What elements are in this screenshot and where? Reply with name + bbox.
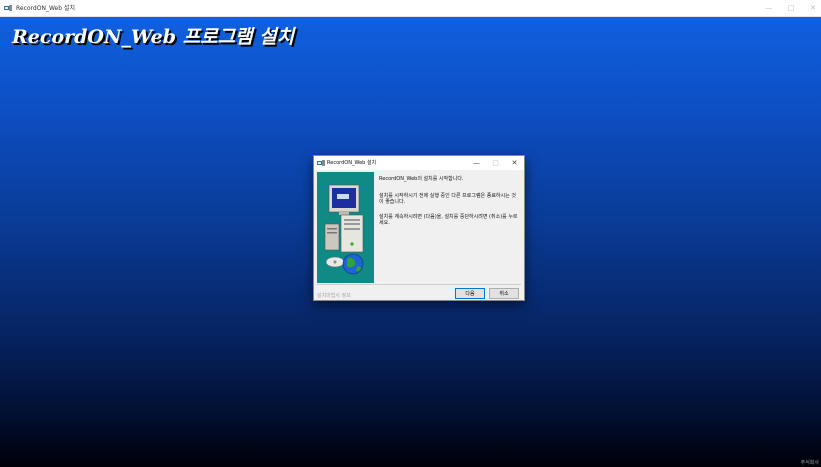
footer-label: 설치마법사 정보 [317, 293, 351, 299]
dialog-close-button[interactable]: ✕ [511, 158, 518, 168]
setup-illustration [317, 172, 374, 283]
close-programs-message: 설치를 시작하시기 전에 실행 중인 다른 프로그램은 종료하시는 것이 좋습니… [379, 193, 516, 205]
installer-app-icon [4, 5, 12, 11]
outer-window-title: RecordON_Web 설치 [16, 5, 75, 12]
intro-message: RecordON_Web의 설치를 시작합니다. [379, 176, 464, 182]
dialog-app-icon [317, 160, 325, 166]
dialog-maximize-button: □ [492, 159, 499, 167]
outer-maximize-button[interactable]: □ [787, 3, 795, 13]
setup-dialog: RecordON_Web 설치 — □ ✕ RecordON_Web의 설치를 … [313, 155, 525, 301]
footer-separator [317, 284, 521, 285]
outer-minimize-button[interactable]: — [765, 3, 773, 13]
instructions-message: 설치를 계속하시려면 (다음)을, 설치를 중단하시려면 (취소)를 누르세요. [379, 214, 518, 226]
cancel-button[interactable]: 취소 [489, 288, 519, 299]
dialog-minimize-button[interactable]: — [473, 158, 480, 168]
dialog-title: RecordON_Web 설치 [327, 160, 377, 166]
next-button[interactable]: 다음 [455, 288, 485, 299]
computer-icon [324, 184, 364, 275]
banner-title: RecordON_Web 프로그램 설치 [12, 26, 295, 48]
outer-close-button[interactable]: ✕ [809, 3, 817, 13]
corner-company-text: 주식회사 [800, 460, 819, 466]
outer-title-bar: RecordON_Web 설치 — □ ✕ [0, 0, 821, 17]
dialog-title-bar: RecordON_Web 설치 — □ ✕ [314, 156, 524, 170]
